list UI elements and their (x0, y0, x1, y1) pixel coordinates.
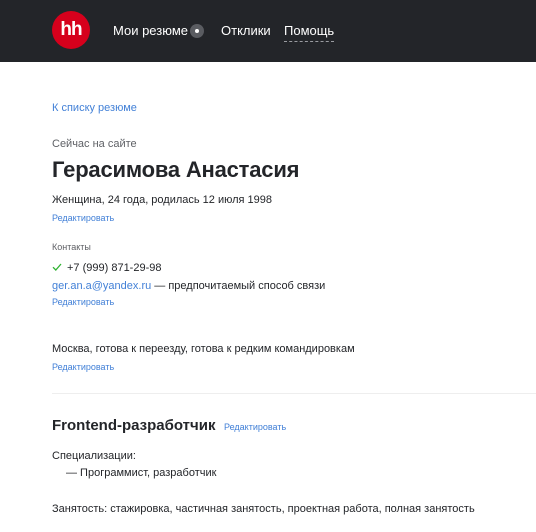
edit-contacts-link[interactable]: Редактировать (52, 297, 114, 308)
employment-info: Занятость: стажировка, частичная занятос… (52, 503, 475, 515)
edit-position-link[interactable]: Редактировать (224, 422, 286, 433)
email-preferred-note: — предпочитаемый способ связи (151, 280, 326, 292)
personal-info: Женщина, 24 года, родилась 12 июля 1998 (52, 194, 273, 206)
contacts-heading: Контакты (52, 242, 91, 252)
verified-check-icon (52, 263, 62, 271)
hh-logo[interactable]: hh (52, 11, 90, 49)
nav-my-resumes[interactable]: Мои резюме (113, 23, 188, 39)
location-info: Москва, готова к переезду, готова к редк… (52, 343, 355, 355)
specialization-item: — Программист, разработчик (66, 467, 217, 479)
top-navigation-bar: hh Мои резюме Отклики Помощь (0, 0, 536, 62)
email-link[interactable]: ger.an.a@yandex.ru (52, 280, 151, 292)
nav-help[interactable]: Помощь (284, 23, 335, 42)
phone-number: +7 (999) 871-29-98 (67, 262, 162, 274)
edit-personal-info-link[interactable]: Редактировать (52, 213, 114, 224)
back-to-resumes-link[interactable]: К списку резюме (52, 102, 137, 115)
section-divider (52, 393, 536, 394)
specializations-label: Специализации: (52, 450, 136, 462)
edit-location-link[interactable]: Редактировать (52, 362, 114, 373)
notification-dot-icon (190, 24, 204, 38)
candidate-name: Герасимова Анастасия (52, 157, 300, 182)
online-status: Сейчас на сайте (52, 138, 137, 150)
nav-responses[interactable]: Отклики (221, 23, 271, 39)
position-title: Frontend-разработчик (52, 417, 216, 434)
phone-row: +7 (999) 871-29-98 (52, 262, 161, 275)
email-row: ger.an.a@yandex.ru — предпочитаемый спос… (52, 280, 325, 293)
